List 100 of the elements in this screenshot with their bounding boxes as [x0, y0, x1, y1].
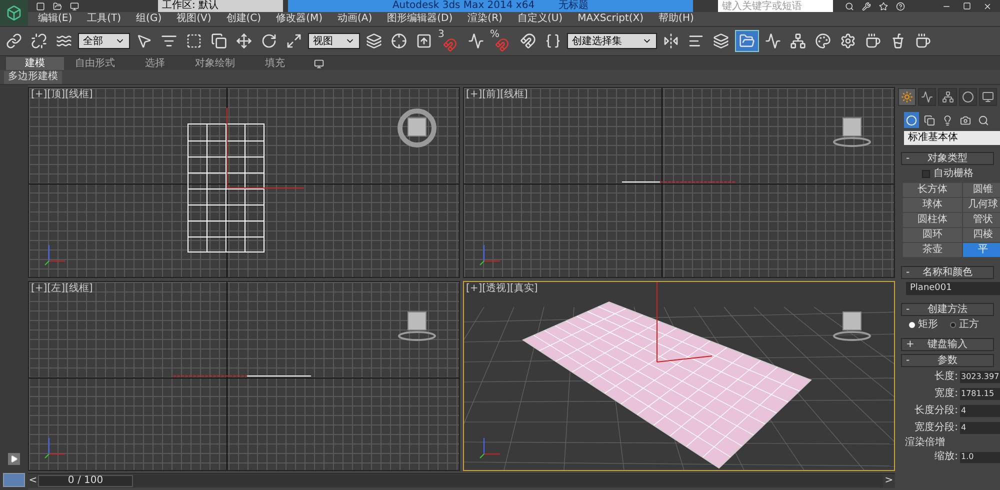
ribbon-panel-tab[interactable]: 多边形建模	[4, 70, 62, 84]
parameter-label: 长度:	[934, 372, 958, 382]
autogrid-label: 自动栅格	[934, 169, 974, 179]
magnet-icon	[495, 38, 509, 52]
menu-item[interactable]: 工具(T)	[87, 14, 122, 24]
parameter-field[interactable]: 4	[960, 405, 1000, 417]
primitive-button[interactable]: 球体	[903, 198, 962, 212]
menu-item[interactable]: 编辑(E)	[38, 14, 72, 24]
primitive-button[interactable]: 茶壶	[903, 243, 962, 257]
tab-icon	[962, 91, 974, 103]
ribbon-tab[interactable]: 选择	[126, 57, 184, 70]
rollout-header[interactable]: - 名称和颜色	[901, 266, 994, 279]
viewport-label[interactable]: [+][顶][线框]	[31, 90, 93, 100]
menu-item[interactable]: 帮助(H)	[658, 14, 694, 24]
viewport[interactable]: [+][透视][真实]	[463, 280, 895, 471]
help-icon[interactable]	[896, 2, 905, 10]
ribbon-options-icon[interactable]	[314, 59, 324, 69]
workspace-dropdown[interactable]: 工作区: 默认	[158, 0, 283, 12]
viewport-label[interactable]: [+][左][线框]	[31, 284, 93, 294]
rollout-header[interactable]: - 参数	[901, 354, 994, 367]
percent-snap-toggle[interactable]: %	[490, 30, 514, 52]
command-panel-tab[interactable]	[938, 88, 957, 106]
parameter-field[interactable]: 1.0	[960, 452, 1000, 462]
new-icon[interactable]	[36, 2, 45, 10]
named-selection-dropdown[interactable]: 创建选择集	[567, 33, 657, 49]
object-name-field[interactable]: Plane001	[906, 282, 1000, 295]
open-icon[interactable]	[53, 2, 62, 10]
radio-label: 正方	[959, 320, 979, 330]
radio-button[interactable]	[909, 322, 915, 328]
command-panel-tab[interactable]	[918, 88, 936, 106]
command-panel-tab[interactable]	[958, 88, 977, 106]
magnet-icon	[443, 38, 457, 52]
ribbon-tab[interactable]: 填充	[246, 57, 304, 70]
command-panel-tab[interactable]	[978, 88, 998, 106]
category-dropdown[interactable]: 标准基本体	[904, 131, 1000, 145]
parameter-field[interactable]: 4	[960, 422, 1000, 434]
autogrid-checkbox[interactable]	[922, 170, 930, 178]
ribbon-tab[interactable]: 建模	[6, 57, 64, 70]
primitive-button[interactable]: 平	[963, 243, 1000, 257]
reference-coordinate-dropdown[interactable]: 视图	[308, 33, 360, 49]
viewcube-icon[interactable]	[395, 106, 439, 150]
tab-icon	[982, 91, 994, 103]
menu-item[interactable]: 自定义(U)	[517, 14, 563, 24]
menu-item[interactable]: 动画(A)	[338, 14, 372, 24]
viewport-label[interactable]: [+][前][线框]	[466, 90, 528, 100]
object-category-button[interactable]	[904, 112, 919, 128]
viewport[interactable]: [+][左][线框]	[28, 280, 460, 471]
play-button[interactable]	[8, 453, 20, 465]
render-multiplier-group-label: 渲染倍增	[905, 438, 946, 448]
search-field[interactable]: 键入关键字或短语	[718, 0, 833, 12]
time-slider-thumb[interactable]: 0 / 100	[38, 475, 133, 487]
close-icon[interactable]	[983, 2, 992, 10]
viewport[interactable]: [+][前][线框]	[463, 87, 895, 278]
menu-item[interactable]: 修改器(M)	[276, 14, 322, 24]
ribbon-tab[interactable]: 对象绘制	[186, 57, 244, 70]
parameter-label: 宽度:	[934, 389, 958, 399]
scene-explorer-button[interactable]	[735, 30, 759, 52]
tab-icon	[921, 91, 934, 103]
category-icon	[960, 114, 971, 126]
menu-item[interactable]: 创建(C)	[226, 14, 262, 24]
previous-frame-button[interactable]: <	[28, 476, 38, 486]
menu-item[interactable]: MAXScript(X)	[578, 14, 644, 24]
search-icon[interactable]	[845, 2, 854, 10]
menu-item[interactable]: 视图(V)	[176, 14, 212, 24]
category-icon	[978, 114, 989, 126]
snap-toggle[interactable]: 3	[438, 30, 462, 52]
radio-label: 矩形	[918, 320, 938, 330]
menu-item[interactable]: 组(G)	[136, 14, 162, 24]
ribbon-tab[interactable]: 自由形式	[66, 57, 124, 70]
primitive-button[interactable]: 圆环	[903, 228, 962, 242]
primitive-button[interactable]: 几何球	[963, 198, 1000, 212]
viewport-label[interactable]: [+][透视][真实]	[466, 284, 538, 294]
next-frame-button[interactable]: >	[883, 476, 895, 486]
document-title: 无标题	[558, 1, 589, 11]
app-logo-icon[interactable]	[0, 0, 28, 26]
star-icon[interactable]	[879, 2, 888, 10]
primitive-button[interactable]: 管状	[963, 213, 1000, 227]
primitive-button[interactable]: 圆锥	[963, 183, 1000, 197]
maximize-icon[interactable]	[963, 2, 971, 10]
menu-item[interactable]: 图形编辑器(D)	[387, 14, 453, 24]
radio-button[interactable]	[950, 322, 956, 328]
parameter-field[interactable]: 1781.15	[960, 388, 1000, 400]
category-icon	[906, 114, 917, 126]
wrench-icon[interactable]	[862, 2, 871, 10]
parameter-label: 宽度分段:	[914, 423, 958, 433]
primitive-button[interactable]: 四棱	[963, 228, 1000, 242]
time-slider-track[interactable]: 0 / 100	[38, 475, 883, 487]
primitive-button[interactable]: 长方体	[903, 183, 962, 197]
viewport[interactable]: [+][顶][线框]	[28, 87, 460, 278]
rollout-header[interactable]: - 创建方法	[901, 303, 994, 316]
selection-filter-dropdown[interactable]: 全部	[78, 33, 130, 49]
tab-icon	[942, 91, 954, 103]
menu-item[interactable]: 渲染(R)	[468, 14, 502, 24]
parameter-field[interactable]: 3023.397	[960, 371, 1000, 383]
rollout-header[interactable]: - 对象类型	[901, 152, 994, 165]
primitive-button[interactable]: 圆柱体	[903, 213, 962, 227]
command-panel-tab[interactable]	[898, 88, 916, 106]
window-title: Autodesk 3ds Max 2014 x64	[392, 1, 535, 11]
parameter-label: 长度分段:	[914, 406, 958, 416]
rollout-header[interactable]: + 键盘输入	[901, 338, 994, 351]
